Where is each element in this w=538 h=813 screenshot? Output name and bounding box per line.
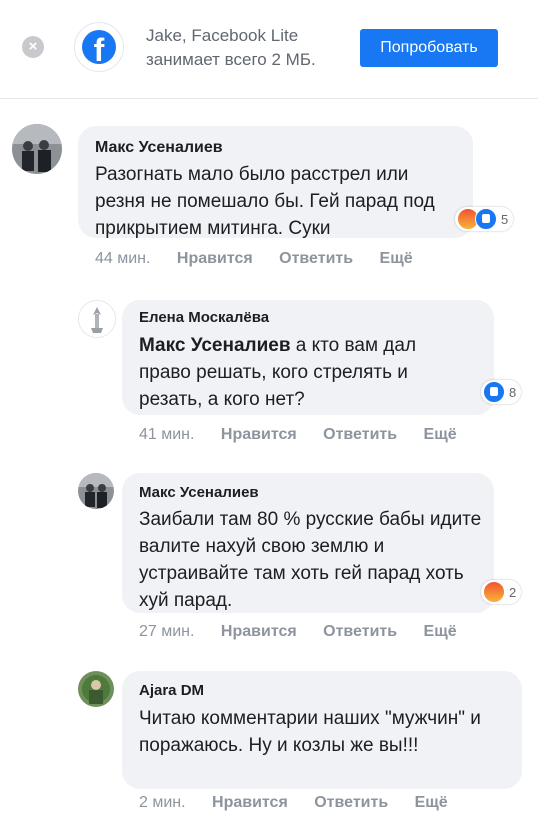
comment-meta: 27 мин. Нравится Ответить Ещё: [139, 623, 479, 641]
reaction-count: 2: [509, 584, 517, 600]
avatar[interactable]: [78, 671, 114, 707]
comment-time[interactable]: 41 мин.: [139, 426, 194, 443]
try-button[interactable]: Попробовать: [360, 29, 498, 67]
comment-author[interactable]: Макс Усеналиев: [95, 139, 223, 157]
like-button[interactable]: Нравится: [177, 250, 253, 267]
avatar[interactable]: [78, 300, 116, 338]
comment-author[interactable]: Елена Москалёва: [139, 309, 269, 326]
reaction-summary[interactable]: 5: [455, 207, 514, 231]
reply-button[interactable]: Ответить: [323, 426, 397, 443]
mention-link[interactable]: Макс Усеналиев: [139, 335, 291, 356]
like-button[interactable]: Нравится: [221, 623, 297, 640]
reaction-count: 8: [509, 384, 517, 400]
comment-time[interactable]: 44 мин.: [95, 250, 150, 267]
like-button[interactable]: Нравится: [221, 426, 297, 443]
comment-meta: 44 мин. Нравится Ответить Ещё: [95, 250, 435, 268]
banner-line-2: занимает всего 2 МБ.: [146, 50, 316, 69]
comment-meta: 41 мин. Нравится Ответить Ещё: [139, 426, 479, 444]
reaction-count: 5: [501, 211, 509, 227]
more-button[interactable]: Ещё: [380, 250, 413, 267]
close-icon[interactable]: ×: [22, 36, 44, 58]
more-button[interactable]: Ещё: [424, 426, 457, 443]
reply-button[interactable]: Ответить: [314, 794, 388, 811]
reaction-summary[interactable]: 8: [481, 380, 522, 404]
avatar[interactable]: [78, 473, 114, 509]
comment-text: Разогнать мало было расстрел или резня н…: [95, 164, 435, 239]
comment-text: Заибали там 80 % русские бабы идите вали…: [139, 509, 482, 611]
comment-meta: 2 мин. Нравится Ответить Ещё: [139, 794, 470, 812]
like-reaction-icon: [475, 208, 497, 230]
comment-author[interactable]: Ajara DM: [139, 682, 204, 699]
like-button[interactable]: Нравится: [212, 794, 288, 811]
app-install-banner: × f Jake, Facebook Lite занимает всего 2…: [0, 0, 538, 98]
comment-time[interactable]: 2 мин.: [139, 794, 186, 811]
more-button[interactable]: Ещё: [424, 623, 457, 640]
comment-author[interactable]: Макс Усеналиев: [139, 484, 259, 501]
comment-text: Читаю комментарии наших "мужчин" и пораж…: [139, 708, 481, 756]
divider: [0, 98, 538, 99]
avatar[interactable]: [12, 124, 62, 174]
banner-message: Jake, Facebook Lite занимает всего 2 МБ.: [146, 24, 316, 72]
reply-button[interactable]: Ответить: [323, 623, 397, 640]
banner-line-1: Jake, Facebook Lite: [146, 26, 299, 45]
facebook-logo-glyph: f: [82, 30, 116, 64]
comment-time[interactable]: 27 мин.: [139, 623, 194, 640]
reply-button[interactable]: Ответить: [279, 250, 353, 267]
like-reaction-icon: [483, 381, 505, 403]
reaction-summary[interactable]: 2: [481, 580, 522, 604]
comment-text: Макс Усеналиев а кто вам дал право решат…: [139, 332, 469, 413]
more-button[interactable]: Ещё: [415, 794, 448, 811]
angry-reaction-icon: [483, 581, 505, 603]
facebook-logo-icon: f: [74, 22, 124, 72]
